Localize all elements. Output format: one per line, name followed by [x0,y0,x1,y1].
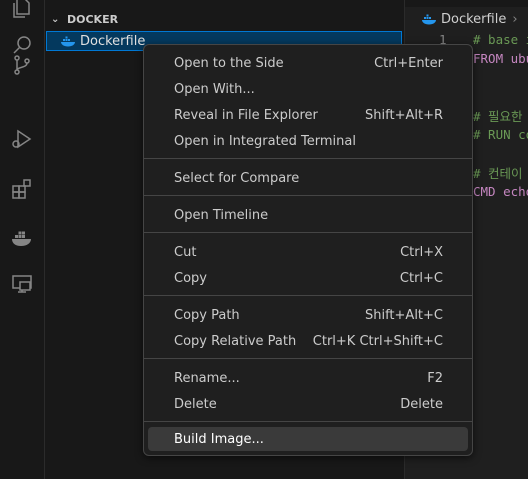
menu-separator [144,158,472,159]
code-line: # RUN co [473,127,528,142]
menu-separator [144,295,472,296]
activity-bar [0,0,45,479]
menu-item-rename[interactable]: Rename... F2 [148,366,468,390]
tree-item-label: Dockerfile [80,33,146,49]
code-line: FROM ubu [473,51,528,66]
menu-item-label: Copy Relative Path [174,333,297,349]
menu-item-copy[interactable]: Copy Ctrl+C [148,266,468,290]
menu-item-open-timeline[interactable]: Open Timeline [148,203,468,227]
remote-explorer-icon[interactable] [8,270,36,298]
source-control-icon[interactable] [8,51,36,79]
menu-item-label: Open Timeline [174,207,269,223]
menu-item-label: Rename... [174,370,240,386]
menu-item-label: Copy [174,270,207,286]
menu-item-open-in-terminal[interactable]: Open in Integrated Terminal [148,129,468,153]
menu-item-select-for-compare[interactable]: Select for Compare [148,166,468,190]
section-title: DOCKER [67,12,119,26]
menu-item-label: Copy Path [174,307,240,323]
menu-item-shortcut: Ctrl+C [399,270,443,286]
tab-dockerfile[interactable]: Dockerfile › [411,8,518,30]
code-line: CMD echo [473,184,528,199]
run-debug-icon[interactable] [8,125,36,153]
code-line: # base i [473,32,528,47]
docker-file-icon [422,14,436,25]
menu-item-shortcut: Shift+Alt+R [365,107,443,123]
tab-label: Dockerfile [441,11,507,27]
menu-item-label: Open in Integrated Terminal [174,133,356,149]
context-menu: Open to the Side Ctrl+Enter Open With...… [143,44,473,456]
menu-item-build-image[interactable]: Build Image... [148,427,468,451]
explorer-icon[interactable] [8,0,36,22]
menu-item-shortcut: Delete [400,396,443,412]
menu-separator [144,421,472,422]
code-line: # 컨테이 [473,166,523,181]
menu-item-label: Open With... [174,81,255,97]
menu-item-shortcut: Ctrl+K Ctrl+Shift+C [312,333,443,349]
menu-item-copy-path[interactable]: Copy Path Shift+Alt+C [148,303,468,327]
menu-item-shortcut: F2 [427,370,443,386]
menu-item-open-to-side[interactable]: Open to the Side Ctrl+Enter [148,51,468,75]
code-line: # 필요한 [473,109,523,124]
menu-item-shortcut: Ctrl+Enter [374,55,443,71]
menu-item-label: Open to the Side [174,55,284,71]
menu-item-label: Cut [174,244,197,260]
menu-item-label: Reveal in File Explorer [174,107,318,123]
menu-item-delete[interactable]: Delete Delete [148,392,468,416]
menu-item-shortcut: Ctrl+X [400,244,443,260]
docker-file-icon [61,36,75,47]
menu-item-shortcut: Shift+Alt+C [364,307,443,323]
breadcrumb-chevron-icon: › [512,11,518,27]
menu-item-cut[interactable]: Cut Ctrl+X [148,240,468,264]
docker-icon[interactable] [8,224,36,252]
extensions-icon[interactable] [8,175,36,203]
menu-item-reveal-in-explorer[interactable]: Reveal in File Explorer Shift+Alt+R [148,103,468,127]
menu-item-open-with[interactable]: Open With... [148,77,468,101]
menu-separator [144,195,472,196]
section-header-docker[interactable]: ⌄ DOCKER [45,10,403,28]
chevron-down-icon: ⌄ [51,13,60,25]
menu-item-copy-relative-path[interactable]: Copy Relative Path Ctrl+K Ctrl+Shift+C [148,329,468,353]
menu-item-label: Delete [174,396,217,412]
menu-separator [144,232,472,233]
editor-tab-bar [405,0,528,7]
menu-item-label: Build Image... [174,431,264,447]
menu-item-label: Select for Compare [174,170,300,186]
menu-separator [144,358,472,359]
